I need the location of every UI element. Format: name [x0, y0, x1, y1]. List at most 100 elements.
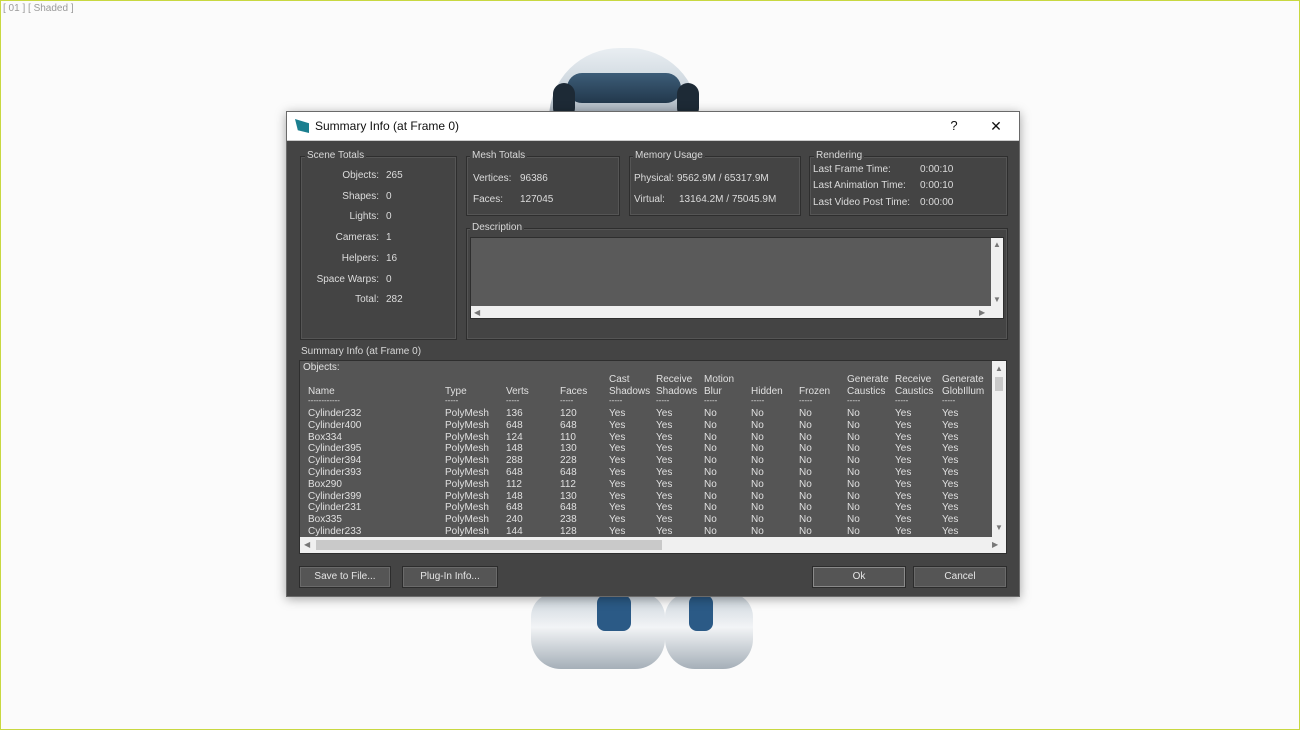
- table-cell: Yes: [942, 490, 959, 502]
- table-cell: PolyMesh: [445, 478, 489, 490]
- scene-total-value: 0: [386, 211, 392, 223]
- table-cell: Yes: [656, 490, 673, 502]
- scroll-up-icon[interactable]: ▲: [993, 240, 1001, 249]
- table-cell[interactable]: Cylinder395: [308, 443, 361, 454]
- table-cell: No: [704, 455, 717, 467]
- table-cell: Yes: [656, 526, 673, 537]
- table-cell: No: [751, 431, 764, 443]
- table-cell: 648: [506, 419, 523, 431]
- table-cell[interactable]: Box334: [308, 432, 342, 443]
- table-scroll-up-icon[interactable]: ▲: [995, 364, 1003, 373]
- table-cell: No: [751, 526, 764, 537]
- table-cell: No: [847, 526, 860, 537]
- 3dsmax-app-icon: [295, 119, 309, 133]
- scene-totals-title: Scene Totals: [305, 150, 367, 161]
- scene-total-label: Shapes:: [342, 190, 379, 202]
- last-frame-time-label: Last Frame Time:: [813, 164, 891, 175]
- scroll-left-icon[interactable]: ◀: [474, 308, 480, 317]
- table-cell: PolyMesh: [445, 502, 489, 514]
- robot-band-right: [689, 595, 713, 631]
- table-cell[interactable]: Cylinder233: [308, 526, 361, 537]
- last-frame-time-value: 0:00:10: [920, 164, 954, 175]
- robot-band-left: [597, 595, 631, 631]
- table-cell: 228: [560, 455, 577, 467]
- table-cell: Yes: [656, 408, 673, 419]
- last-animation-time-label: Last Animation Time:: [813, 180, 906, 191]
- table-cell: No: [847, 467, 860, 478]
- table-cell: Yes: [609, 408, 626, 419]
- table-horizontal-thumb[interactable]: [316, 540, 662, 550]
- scene-total-label: Lights:: [349, 211, 379, 223]
- table-cell: Yes: [656, 514, 673, 526]
- table-cell[interactable]: Cylinder232: [308, 408, 361, 419]
- table-cell: Yes: [609, 526, 626, 537]
- close-button[interactable]: ✕: [985, 115, 1007, 137]
- rendering-title: Rendering: [814, 150, 865, 161]
- column-header-line1: Generate: [942, 374, 984, 385]
- column-separator: -----: [895, 396, 909, 405]
- save-to-file-button[interactable]: Save to File...: [299, 566, 391, 588]
- faces-label: Faces:: [473, 194, 504, 205]
- table-cell: Yes: [895, 455, 912, 467]
- table-cell: Yes: [895, 467, 912, 478]
- column-header-line1: Receive: [656, 374, 693, 385]
- mesh-totals-group: [466, 156, 620, 216]
- table-cell: Yes: [942, 502, 959, 514]
- table-cell: No: [751, 490, 764, 502]
- table-cell: PolyMesh: [445, 526, 489, 537]
- table-cell: 648: [560, 419, 577, 431]
- table-cell: No: [704, 419, 717, 431]
- table-scroll-right-icon[interactable]: ▶: [992, 540, 998, 549]
- table-cell: No: [704, 443, 717, 455]
- table-cell[interactable]: Cylinder399: [308, 491, 361, 502]
- table-cell: No: [847, 431, 860, 443]
- table-cell: Yes: [895, 478, 912, 490]
- robot-visor: [567, 73, 681, 103]
- summary-table[interactable]: Objects: Name ------------ Type ----- Verts -…: [299, 360, 1007, 554]
- table-cell[interactable]: Cylinder394: [308, 455, 361, 466]
- table-cell: PolyMesh: [445, 490, 489, 502]
- table-cell: PolyMesh: [445, 419, 489, 431]
- table-cell: No: [799, 443, 812, 455]
- table-cell[interactable]: Cylinder231: [308, 502, 361, 513]
- ok-button[interactable]: Ok: [812, 566, 906, 588]
- table-cell: No: [751, 455, 764, 467]
- table-cell: Yes: [609, 502, 626, 514]
- table-cell: 136: [506, 408, 523, 419]
- table-vertical-thumb[interactable]: [995, 377, 1003, 391]
- table-cell: No: [847, 514, 860, 526]
- column-separator: -----: [942, 396, 956, 405]
- table-horizontal-scrollbar[interactable]: ◀ ▶: [300, 537, 1006, 553]
- table-cell: Yes: [656, 467, 673, 478]
- dialog-titlebar[interactable]: Summary Info (at Frame 0) ? ✕: [287, 112, 1019, 141]
- table-cell: 648: [506, 467, 523, 478]
- last-animation-time-value: 0:00:10: [920, 180, 954, 191]
- column-header-line1: Motion: [704, 374, 735, 385]
- table-cell: No: [799, 526, 812, 537]
- table-cell[interactable]: Cylinder393: [308, 467, 361, 478]
- cancel-button[interactable]: Cancel: [913, 566, 1007, 588]
- table-scroll-down-icon[interactable]: ▼: [995, 523, 1003, 532]
- table-cell: 112: [560, 478, 576, 490]
- table-vertical-scrollbar[interactable]: ▲ ▼: [992, 361, 1006, 537]
- table-cell[interactable]: Box335: [308, 514, 342, 525]
- description-vertical-scrollbar[interactable]: ▲ ▼: [991, 238, 1003, 318]
- physical-value: 9562.9M / 65317.9M: [677, 173, 769, 184]
- table-cell: No: [704, 490, 717, 502]
- table-cell[interactable]: Box290: [308, 479, 342, 490]
- plugin-info-button[interactable]: Plug-In Info...: [402, 566, 498, 588]
- column-separator: -----: [799, 396, 813, 405]
- table-scroll-left-icon[interactable]: ◀: [304, 540, 310, 549]
- table-cell: Yes: [895, 526, 912, 537]
- table-cell[interactable]: Cylinder400: [308, 420, 361, 431]
- description-textarea[interactable]: ▲ ▼ ◀ ▶: [470, 237, 1004, 319]
- table-cell: PolyMesh: [445, 431, 489, 443]
- scroll-down-icon[interactable]: ▼: [993, 295, 1001, 304]
- table-cell: No: [799, 514, 812, 526]
- scroll-right-icon[interactable]: ▶: [979, 308, 985, 317]
- table-cell: No: [704, 467, 717, 478]
- help-button[interactable]: ?: [943, 115, 965, 137]
- viewport-label[interactable]: [ 01 ] [ Shaded ]: [3, 3, 74, 14]
- scene-total-label: Helpers:: [341, 252, 379, 264]
- description-horizontal-scrollbar[interactable]: ◀ ▶: [471, 306, 991, 318]
